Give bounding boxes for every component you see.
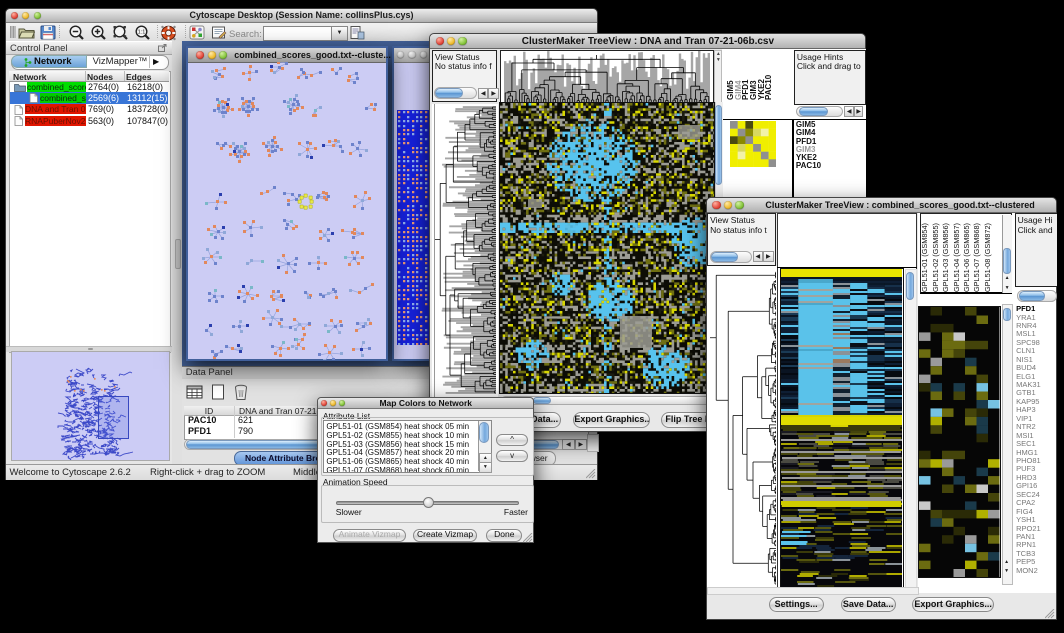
- svg-text:1:1: 1:1: [137, 29, 145, 35]
